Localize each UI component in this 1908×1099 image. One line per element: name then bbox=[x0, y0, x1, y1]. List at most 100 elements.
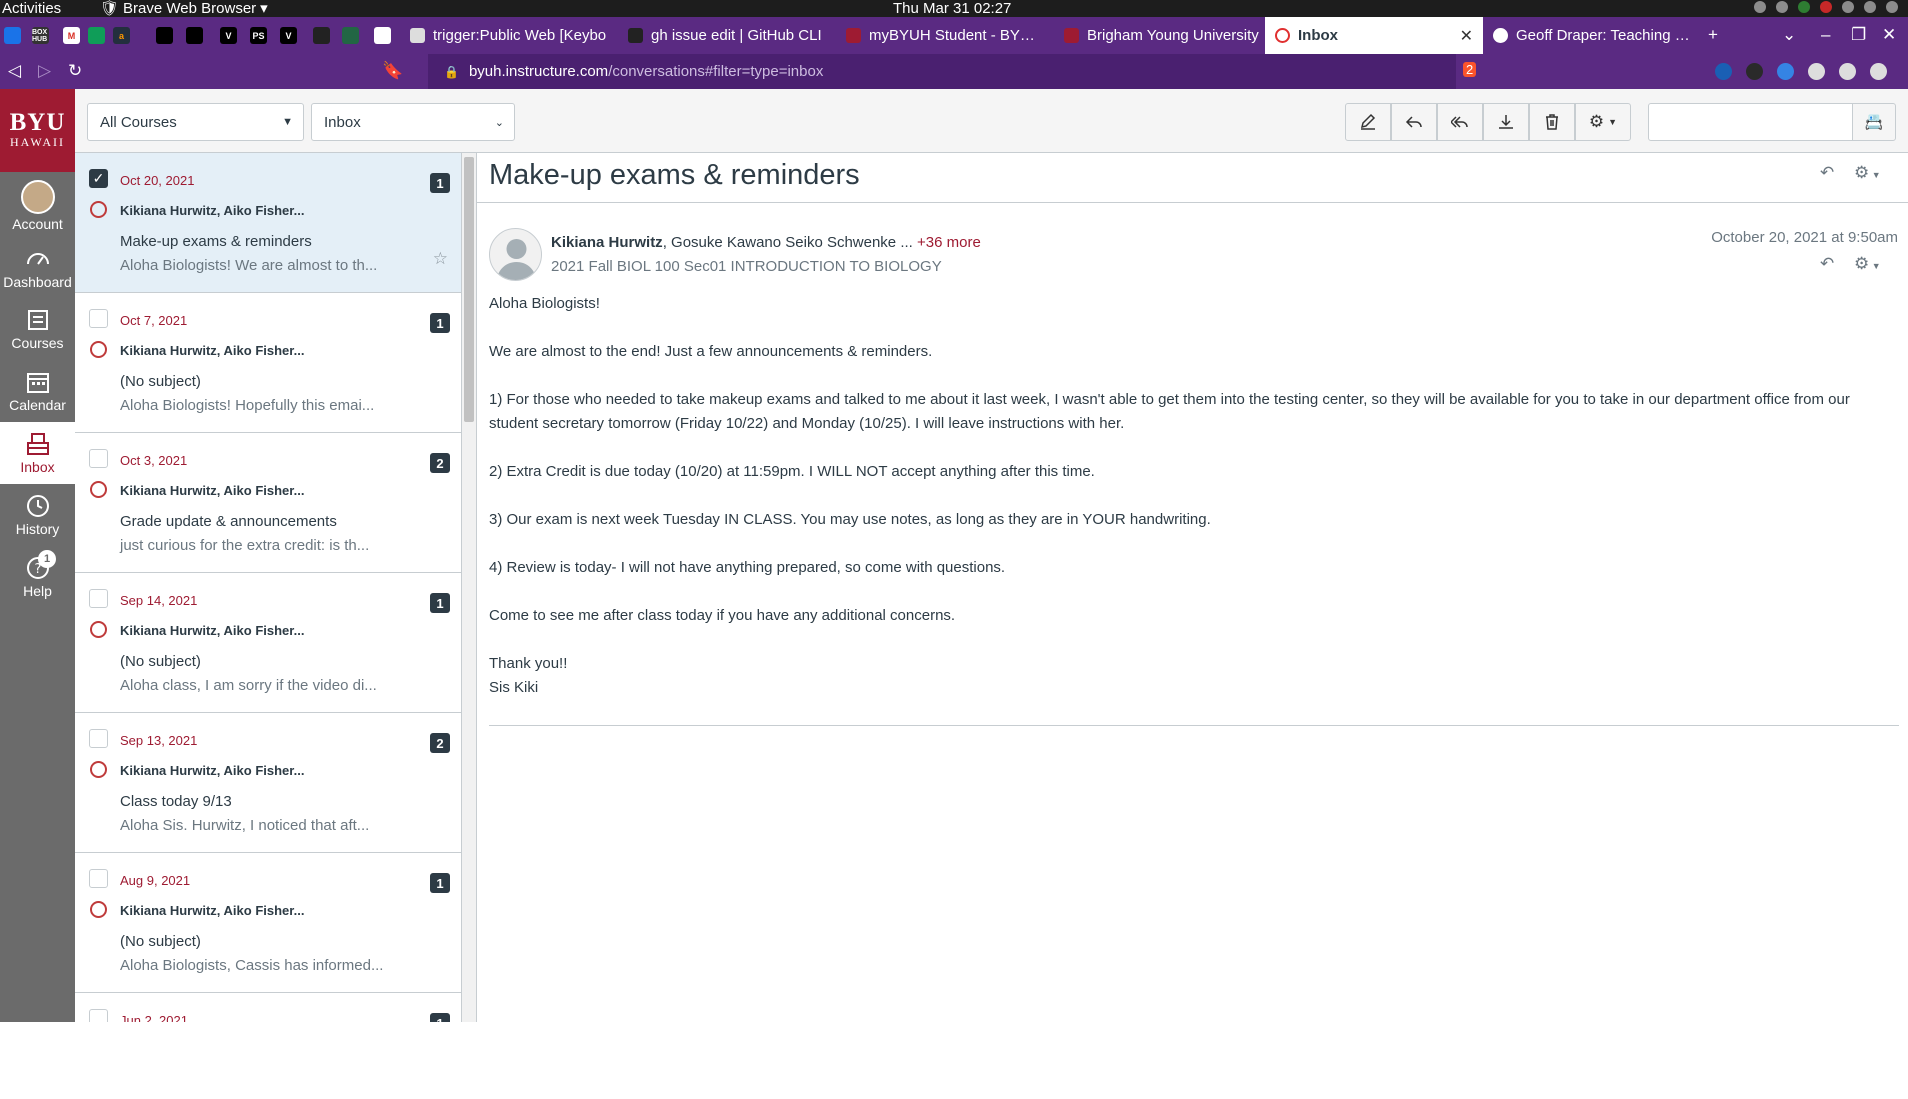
coffee-icon[interactable] bbox=[1754, 1, 1766, 13]
reply-icon[interactable]: ↶ bbox=[1820, 254, 1834, 274]
reply-all-button[interactable] bbox=[1437, 103, 1483, 141]
select-checkbox[interactable] bbox=[89, 589, 108, 608]
reply-button[interactable] bbox=[1391, 103, 1437, 141]
mail-icon[interactable] bbox=[1820, 1, 1832, 13]
pinned-tab-icon[interactable] bbox=[4, 27, 21, 44]
sheets-icon[interactable] bbox=[88, 27, 105, 44]
new-tab-icon[interactable]: + bbox=[1708, 25, 1718, 45]
pinned-app-icon[interactable] bbox=[186, 27, 203, 44]
message-participants: Kikiana Hurwitz, Gosuke Kawano Seiko Sch… bbox=[551, 234, 981, 251]
url-input[interactable]: 🔒 byuh.instructure.com/conversations#fil… bbox=[428, 54, 1456, 89]
select-checkbox[interactable] bbox=[89, 309, 108, 328]
vim-icon[interactable]: V bbox=[220, 27, 237, 44]
system-tray[interactable] bbox=[1754, 1, 1898, 13]
conversation-item[interactable]: Sep 14, 2021 Kikiana Hurwitz, Aiko Fishe… bbox=[75, 573, 461, 713]
gmail-icon[interactable]: M bbox=[63, 27, 80, 44]
wired-network-icon[interactable] bbox=[1842, 1, 1854, 13]
clock[interactable]: Thu Mar 31 02:27 bbox=[893, 0, 1011, 17]
tab-byu[interactable]: Brigham Young University bbox=[1054, 17, 1272, 54]
select-checkbox[interactable] bbox=[89, 729, 108, 748]
download-icon[interactable] bbox=[1746, 63, 1763, 80]
nav-account[interactable]: Account bbox=[0, 175, 75, 237]
pinned-app-icon[interactable] bbox=[156, 27, 173, 44]
vim-icon[interactable]: V bbox=[280, 27, 297, 44]
nav-history[interactable]: History bbox=[0, 484, 75, 546]
reply-icon[interactable]: ↶ bbox=[1820, 163, 1834, 183]
conversation-item[interactable]: Aug 9, 2021 Kikiana Hurwitz, Aiko Fisher… bbox=[75, 853, 461, 993]
search-input[interactable] bbox=[1648, 103, 1853, 141]
puzzle-icon[interactable] bbox=[1808, 63, 1825, 80]
nav-help[interactable]: ? Help 1 bbox=[0, 546, 75, 608]
select-checkbox[interactable]: ✓ bbox=[89, 169, 108, 188]
tab-github-cli[interactable]: gh issue edit | GitHub CLI bbox=[618, 17, 836, 54]
amazon-icon[interactable]: a bbox=[113, 27, 130, 44]
volume-icon[interactable] bbox=[1864, 1, 1876, 13]
tab-mybyuh[interactable]: myBYUH Student - BYU–Ha bbox=[836, 17, 1054, 54]
nav-inbox[interactable]: Inbox bbox=[0, 422, 75, 484]
pinned-tab-boxhub[interactable]: BOX HUB bbox=[32, 27, 49, 44]
course-filter-select[interactable]: All Courses ▼ bbox=[87, 103, 304, 141]
status-icon[interactable] bbox=[1798, 1, 1810, 13]
minimize-icon[interactable]: – bbox=[1821, 25, 1830, 45]
phpstorm-icon[interactable]: PS bbox=[250, 27, 267, 44]
nav-dashboard[interactable]: Dashboard bbox=[0, 237, 75, 299]
wallet-icon[interactable] bbox=[1839, 63, 1856, 80]
unread-toggle-icon[interactable] bbox=[90, 341, 107, 358]
chevron-down-icon[interactable]: ⌄ bbox=[1782, 25, 1796, 45]
close-window-icon[interactable]: ✕ bbox=[1882, 25, 1896, 45]
nav-courses[interactable]: Courses bbox=[0, 298, 75, 360]
gear-icon[interactable]: ⚙ ▼ bbox=[1854, 163, 1881, 183]
conversation-item[interactable]: ✓ Oct 20, 2021 Kikiana Hurwitz, Aiko Fis… bbox=[75, 153, 461, 293]
address-book-button[interactable]: 📇 bbox=[1852, 103, 1896, 141]
1password-icon[interactable] bbox=[1715, 63, 1732, 80]
reload-icon[interactable]: ↻ bbox=[68, 61, 82, 81]
tab-geoff-draper[interactable]: Geoff Draper: Teaching Sc bbox=[1483, 17, 1701, 54]
collapse-nav-icon[interactable]: ⇤ bbox=[18, 1074, 35, 1099]
avatar[interactable] bbox=[489, 228, 542, 281]
tab-keybase[interactable]: trigger:Public Web [Keybo bbox=[400, 17, 618, 54]
more-participants-link[interactable]: +36 more bbox=[917, 234, 981, 251]
tab-inbox[interactable]: Inbox ✕ bbox=[1265, 17, 1483, 54]
back-icon[interactable]: ◁ bbox=[8, 61, 21, 81]
archive-button[interactable] bbox=[1483, 103, 1529, 141]
inbox-icon bbox=[26, 433, 49, 455]
brave-shield-icon[interactable]: 2 bbox=[1463, 62, 1477, 77]
mailbox-filter-select[interactable]: Inbox ⌄ bbox=[311, 103, 515, 141]
settings-menu-button[interactable]: ⚙ ▼ bbox=[1575, 103, 1631, 141]
power-icon[interactable] bbox=[1886, 1, 1898, 13]
pinned-app-icon[interactable] bbox=[342, 27, 359, 44]
gear-icon[interactable]: ⚙ ▼ bbox=[1854, 254, 1881, 274]
conversation-item[interactable]: Oct 3, 2021 Kikiana Hurwitz, Aiko Fisher… bbox=[75, 433, 461, 573]
activities-button[interactable]: Activities bbox=[2, 0, 61, 17]
conversation-item[interactable]: Oct 7, 2021 Kikiana Hurwitz, Aiko Fisher… bbox=[75, 293, 461, 433]
star-icon[interactable]: ☆ bbox=[433, 249, 448, 269]
unread-toggle-icon[interactable] bbox=[90, 901, 107, 918]
pinned-app-icon[interactable] bbox=[374, 27, 391, 44]
message-count-badge: 1 bbox=[430, 173, 450, 193]
conversation-item[interactable]: Jun 2, 2021 1 bbox=[75, 993, 461, 1022]
menu-icon[interactable] bbox=[1870, 63, 1887, 80]
github-icon[interactable] bbox=[313, 27, 330, 44]
select-checkbox[interactable] bbox=[89, 869, 108, 888]
app-menu[interactable]: 🛡 Brave Web Browser ▾ bbox=[100, 0, 268, 17]
extensions-area bbox=[1715, 63, 1887, 80]
byu-hawaii-logo[interactable]: BYU HAWAII bbox=[0, 89, 75, 172]
close-icon[interactable]: ✕ bbox=[1460, 26, 1473, 46]
conversation-list-scrollbar[interactable] bbox=[462, 153, 476, 1022]
select-checkbox[interactable] bbox=[89, 1009, 108, 1022]
select-checkbox[interactable] bbox=[89, 449, 108, 468]
unread-toggle-icon[interactable] bbox=[90, 761, 107, 778]
delete-button[interactable] bbox=[1529, 103, 1575, 141]
unread-toggle-icon[interactable] bbox=[90, 201, 107, 218]
nav-calendar[interactable]: Calendar bbox=[0, 360, 75, 422]
unread-toggle-icon[interactable] bbox=[90, 621, 107, 638]
compose-button[interactable] bbox=[1345, 103, 1391, 141]
bookmark-icon[interactable]: 🔖 bbox=[382, 61, 403, 81]
conversation-item[interactable]: Sep 13, 2021 Kikiana Hurwitz, Aiko Fishe… bbox=[75, 713, 461, 853]
unread-toggle-icon[interactable] bbox=[90, 481, 107, 498]
maximize-icon[interactable]: ❐ bbox=[1851, 25, 1866, 45]
network-icon[interactable] bbox=[1776, 1, 1788, 13]
forward-icon[interactable]: ▷ bbox=[38, 61, 51, 81]
extension-icon[interactable] bbox=[1777, 63, 1794, 80]
scrollbar-thumb[interactable] bbox=[464, 157, 474, 422]
